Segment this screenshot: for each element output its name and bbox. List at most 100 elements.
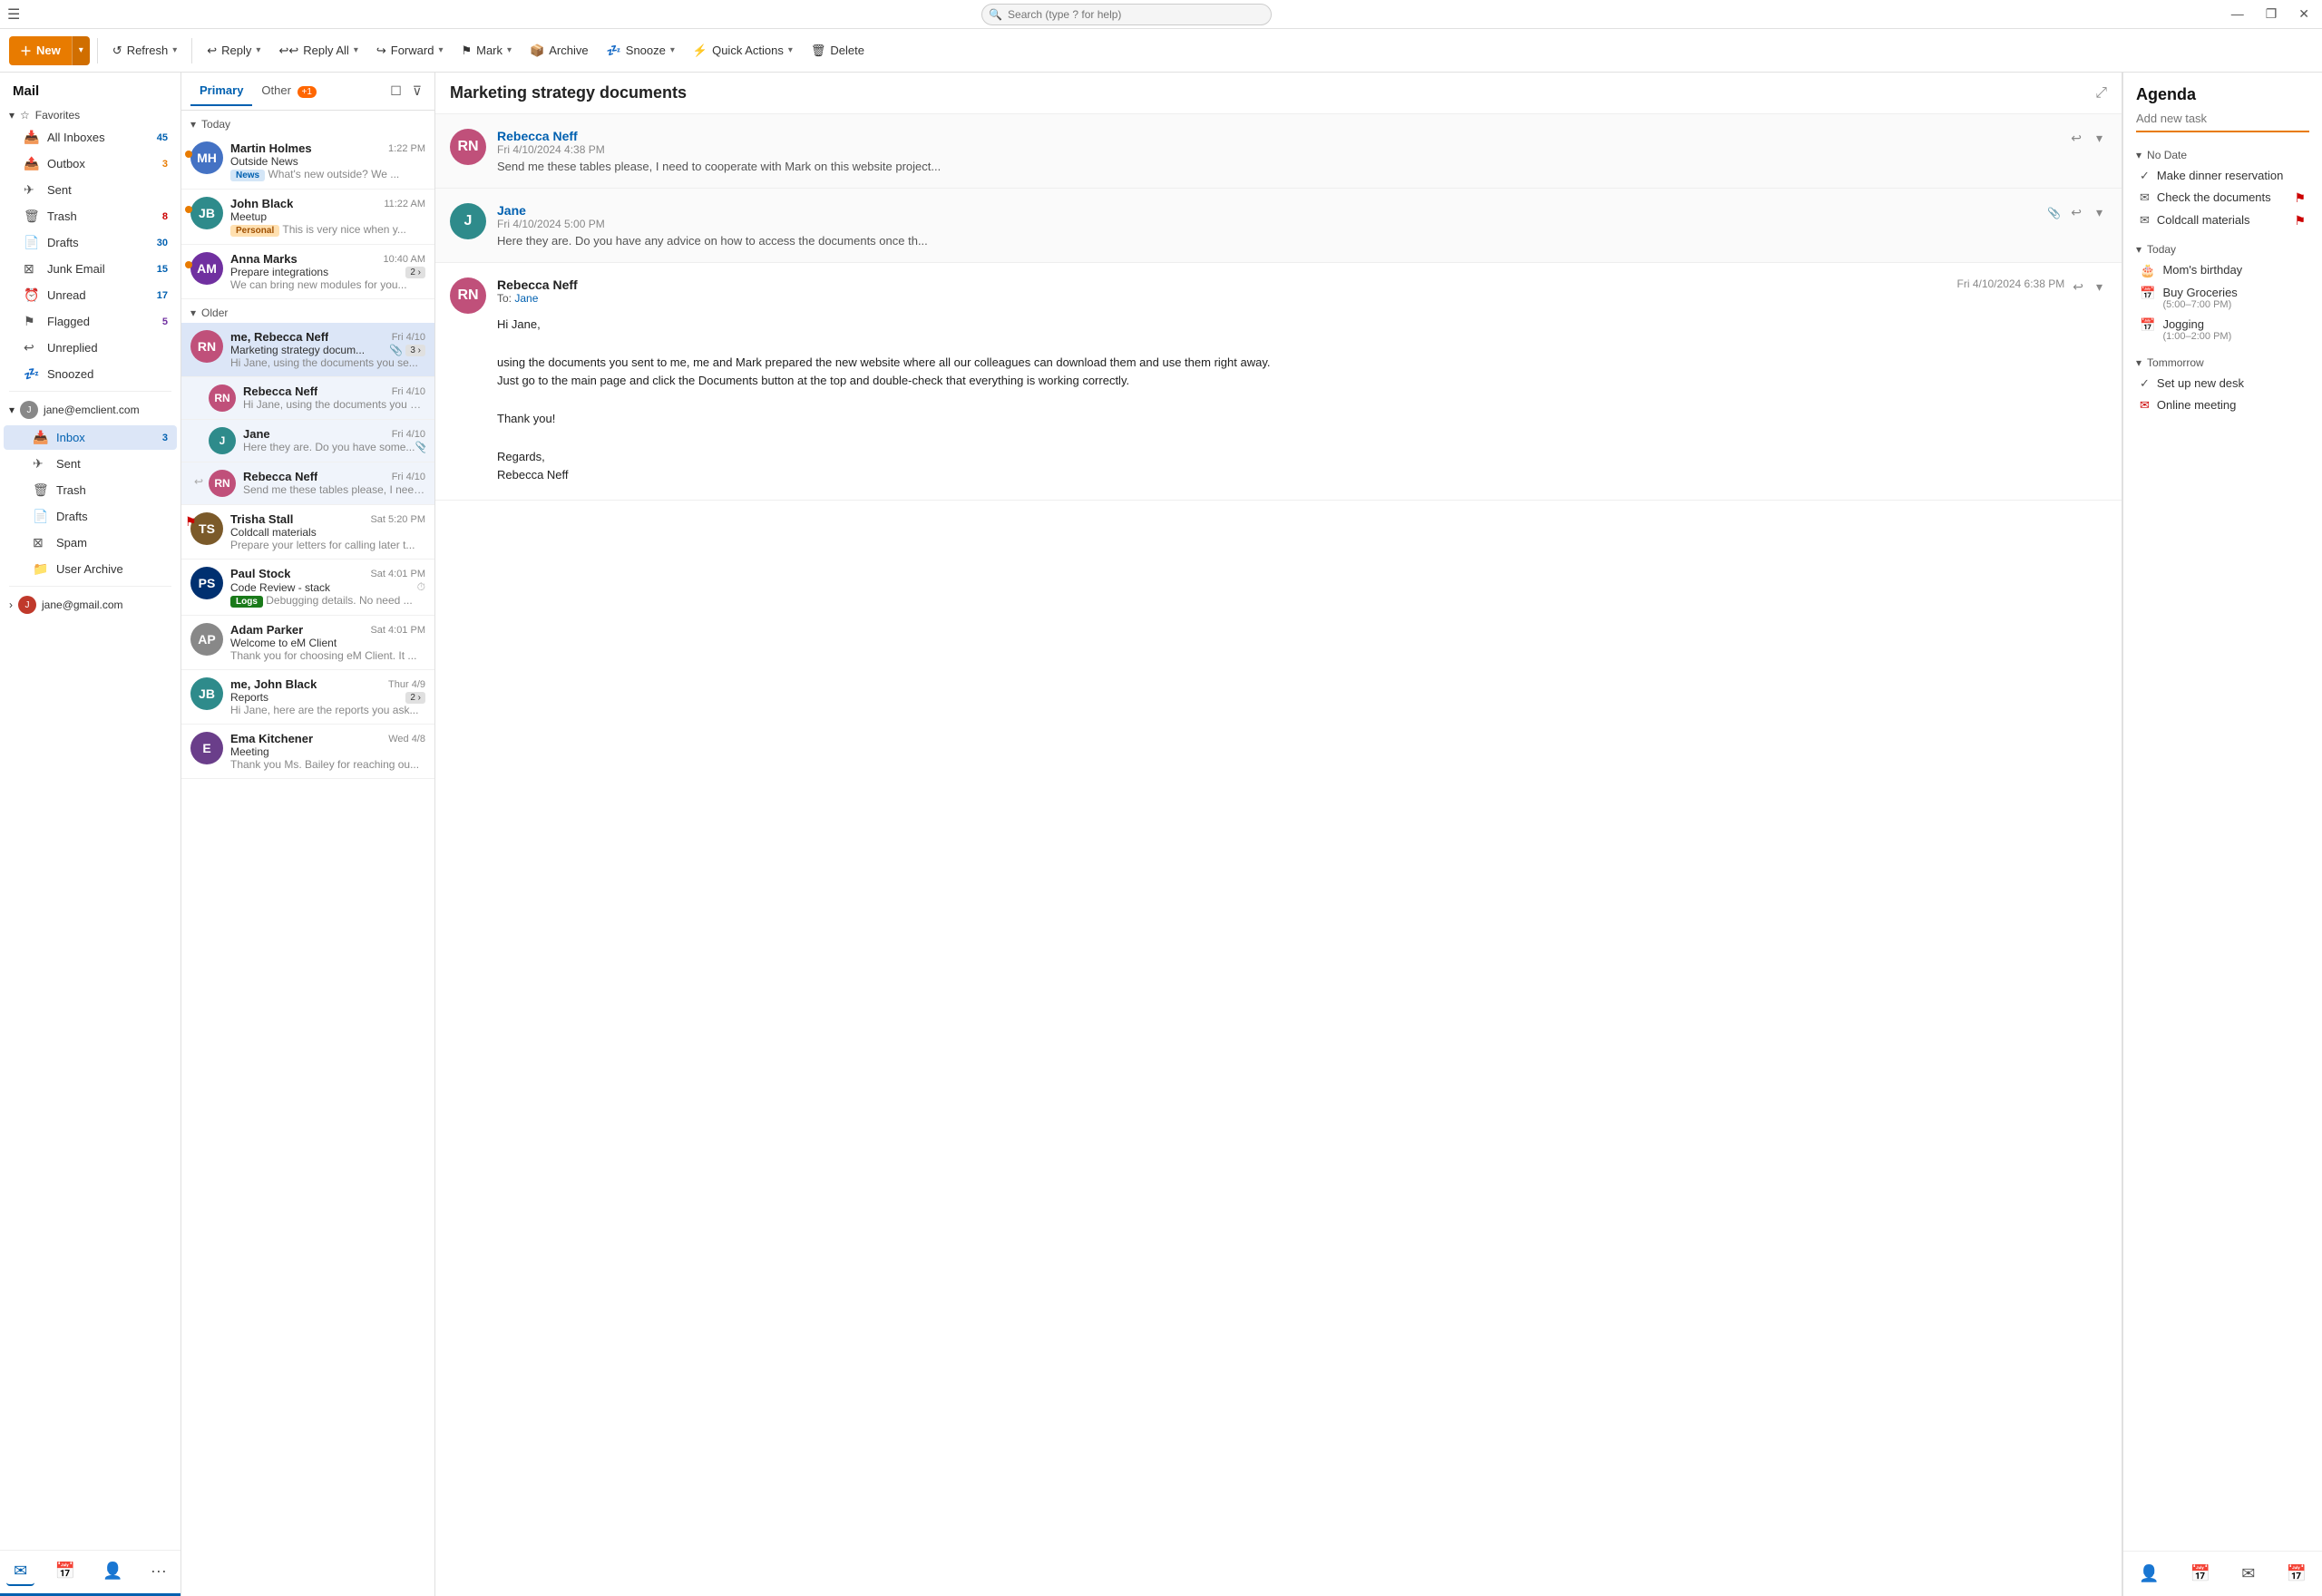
agenda-mail-button[interactable]: ✉ — [2234, 1561, 2262, 1587]
reply-message-button[interactable]: ↩ — [2068, 277, 2088, 297]
today-group-header[interactable]: ▾ Today — [181, 111, 434, 134]
sidebar-item-sent2[interactable]: ✈ Sent — [4, 452, 177, 476]
sidebar-item-junk-email[interactable]: ⊠ Junk Email 15 — [4, 257, 177, 281]
trash2-label: Trash — [56, 483, 168, 497]
email-message[interactable]: J Jane Fri 4/10/2024 5:00 PM 📎 ↩ ▾ H — [435, 189, 2122, 263]
close-button[interactable]: ✕ — [2293, 5, 2315, 24]
agenda-item[interactable]: 🎂 Mom's birthday — [2136, 259, 2309, 282]
calendar-nav-button[interactable]: 📅 — [47, 1558, 82, 1586]
delete-button[interactable]: 🗑 Delete — [804, 39, 872, 63]
new-button-group: ＋ New ▾ — [9, 36, 90, 65]
agenda-item[interactable]: ✉ Coldcall materials ⚑ — [2136, 209, 2309, 232]
agenda-item[interactable]: 📅 Buy Groceries (5:00–7:00 PM) — [2136, 282, 2309, 314]
reply-all-button[interactable]: ↩↩ Reply All ▾ — [271, 39, 365, 63]
agenda-item[interactable]: ✓ Set up new desk — [2136, 373, 2309, 394]
quick-actions-button[interactable]: ⚡ Quick Actions ▾ — [686, 39, 800, 63]
forward-icon: ↪ — [376, 44, 386, 58]
email-item[interactable]: JB John Black 11:22 AM Meetup Personal T… — [181, 190, 434, 245]
sidebar-item-trash2[interactable]: 🗑 Trash — [4, 478, 177, 502]
new-button[interactable]: ＋ New — [9, 36, 72, 65]
sidebar-item-flagged[interactable]: ⚑ Flagged 5 — [4, 309, 177, 334]
refresh-button[interactable]: ↺ Refresh ▾ — [105, 39, 184, 63]
favorites-group-header[interactable]: ▾ ☆ Favorites — [0, 104, 180, 124]
search-input[interactable] — [981, 4, 1272, 25]
archive-button[interactable]: 📦 Archive — [522, 39, 596, 63]
email-item[interactable]: RN me, Rebecca Neff Fri 4/10 Marketing s… — [181, 323, 434, 377]
sender-name: Jane — [243, 427, 270, 441]
no-date-section-header[interactable]: ▾ No Date — [2136, 145, 2309, 165]
expand-message-button[interactable]: ▾ — [2092, 277, 2107, 297]
email-time: Sat 5:20 PM — [370, 514, 425, 525]
contacts-nav-button[interactable]: 👤 — [95, 1558, 130, 1586]
reply-message-button[interactable]: ↩ — [2066, 129, 2086, 148]
avatar: AM — [190, 252, 223, 285]
agenda-item[interactable]: ✉ Online meeting — [2136, 394, 2309, 416]
agenda-contacts-button[interactable]: 👤 — [2132, 1561, 2166, 1587]
email-item[interactable]: RN Rebecca Neff Fri 4/10 Hi Jane, using … — [181, 377, 434, 420]
sidebar-item-unread[interactable]: ⏰ Unread 17 — [4, 283, 177, 307]
reply-button[interactable]: ↩ Reply ▾ — [200, 39, 268, 63]
email-time: 1:22 PM — [388, 143, 425, 154]
agenda-item[interactable]: ✉ Check the documents ⚑ — [2136, 187, 2309, 209]
older-group-header[interactable]: ▾ Older — [181, 299, 434, 323]
email-item[interactable]: PS Paul Stock Sat 4:01 PM Code Review - … — [181, 560, 434, 616]
sidebar-item-drafts[interactable]: 📄 Drafts 30 — [4, 230, 177, 255]
account1-label: jane@emclient.com — [44, 404, 140, 416]
sidebar-item-spam[interactable]: ⊠ Spam — [4, 530, 177, 555]
sidebar-divider-1 — [9, 391, 171, 392]
email-item[interactable]: J Jane Fri 4/10 Here they are. Do you ha… — [181, 420, 434, 462]
agenda-item[interactable]: 📅 Jogging (1:00–2:00 PM) — [2136, 314, 2309, 345]
email-item[interactable]: E Ema Kitchener Wed 4/8 Meeting Thank yo… — [181, 725, 434, 779]
forward-button[interactable]: ↪ Forward ▾ — [369, 39, 451, 63]
sidebar-item-outbox[interactable]: 📤 Outbox 3 — [4, 151, 177, 176]
email-item[interactable]: MH Martin Holmes 1:22 PM Outside News Ne… — [181, 134, 434, 190]
sidebar-item-user-archive[interactable]: 📁 User Archive — [4, 557, 177, 581]
reply-message-button[interactable]: ↩ — [2066, 203, 2086, 222]
sidebar-item-all-inboxes[interactable]: 📥 All Inboxes 45 — [4, 125, 177, 150]
email-message[interactable]: RN Rebecca Neff Fri 4/10/2024 4:38 PM ↩ … — [435, 114, 2122, 189]
today-section-header[interactable]: ▾ Today — [2136, 239, 2309, 259]
mail-nav-button[interactable]: ✉ — [6, 1558, 34, 1586]
minimize-button[interactable]: — — [2226, 5, 2249, 24]
tomorrow-section-header[interactable]: ▾ Tommorrow — [2136, 353, 2309, 373]
expand-message-button[interactable]: ▾ — [2092, 129, 2107, 148]
add-task-input[interactable] — [2136, 112, 2309, 125]
more-nav-button[interactable]: ··· — [143, 1558, 174, 1586]
sidebar-item-trash[interactable]: 🗑 Trash 8 — [4, 204, 177, 229]
snooze-button[interactable]: 💤 Snooze ▾ — [600, 39, 682, 63]
maximize-button[interactable]: ❐ — [2260, 5, 2283, 24]
agenda-item[interactable]: ✓ Make dinner reservation — [2136, 165, 2309, 187]
pop-out-icon[interactable]: ⤢ — [2095, 85, 2107, 102]
new-dropdown-button[interactable]: ▾ — [72, 36, 90, 65]
email-content: Paul Stock Sat 4:01 PM Code Review - sta… — [230, 567, 425, 608]
select-all-button[interactable]: ☐ — [386, 80, 405, 102]
account1-header[interactable]: ▾ J jane@emclient.com — [0, 395, 180, 424]
email-item[interactable]: ↩ RN Rebecca Neff Fri 4/10 Send me these… — [181, 462, 434, 505]
email-item[interactable]: AM Anna Marks 10:40 AM Prepare integrati… — [181, 245, 434, 299]
sidebar-item-drafts2[interactable]: 📄 Drafts — [4, 504, 177, 529]
email-message: RN Rebecca Neff To: Jane Fri 4/10/2024 6… — [435, 263, 2122, 501]
tab-primary[interactable]: Primary — [190, 76, 252, 106]
subject-text: Prepare integrations — [230, 266, 328, 278]
hamburger-menu-icon[interactable]: ☰ — [7, 5, 20, 24]
agenda-calendar-button[interactable]: 📅 — [2183, 1561, 2218, 1587]
snooze-arrow-icon: ▾ — [670, 45, 675, 55]
email-item[interactable]: ⚑ TS Trisha Stall Sat 5:20 PM Coldcall m… — [181, 505, 434, 560]
junk-label: Junk Email — [47, 262, 157, 276]
filter-button[interactable]: ⊽ — [409, 80, 425, 102]
calendar-orange-icon: 📅 — [2140, 286, 2155, 301]
sidebar-item-sent[interactable]: ✈ Sent — [4, 178, 177, 202]
expand-message-button[interactable]: ▾ — [2092, 203, 2107, 222]
sidebar-item-snoozed[interactable]: 💤 Snoozed — [4, 362, 177, 386]
sidebar-item-unreplied[interactable]: ↩ Unreplied — [4, 336, 177, 360]
sent-icon: ✈ — [24, 182, 40, 198]
drafts2-label: Drafts — [56, 510, 168, 523]
tab-other[interactable]: Other +1 — [252, 76, 326, 107]
mark-button[interactable]: ⚑ Mark ▾ — [454, 39, 519, 63]
agenda-table-button[interactable]: 📅 — [2278, 1561, 2313, 1587]
sidebar-item-inbox[interactable]: 📥 Inbox 3 — [4, 425, 177, 450]
attachment-icon: 📎 — [2047, 207, 2061, 219]
email-item[interactable]: AP Adam Parker Sat 4:01 PM Welcome to eM… — [181, 616, 434, 670]
email-item[interactable]: JB me, John Black Thur 4/9 Reports 2 › H… — [181, 670, 434, 725]
account2-header[interactable]: › J jane@gmail.com — [0, 590, 180, 619]
